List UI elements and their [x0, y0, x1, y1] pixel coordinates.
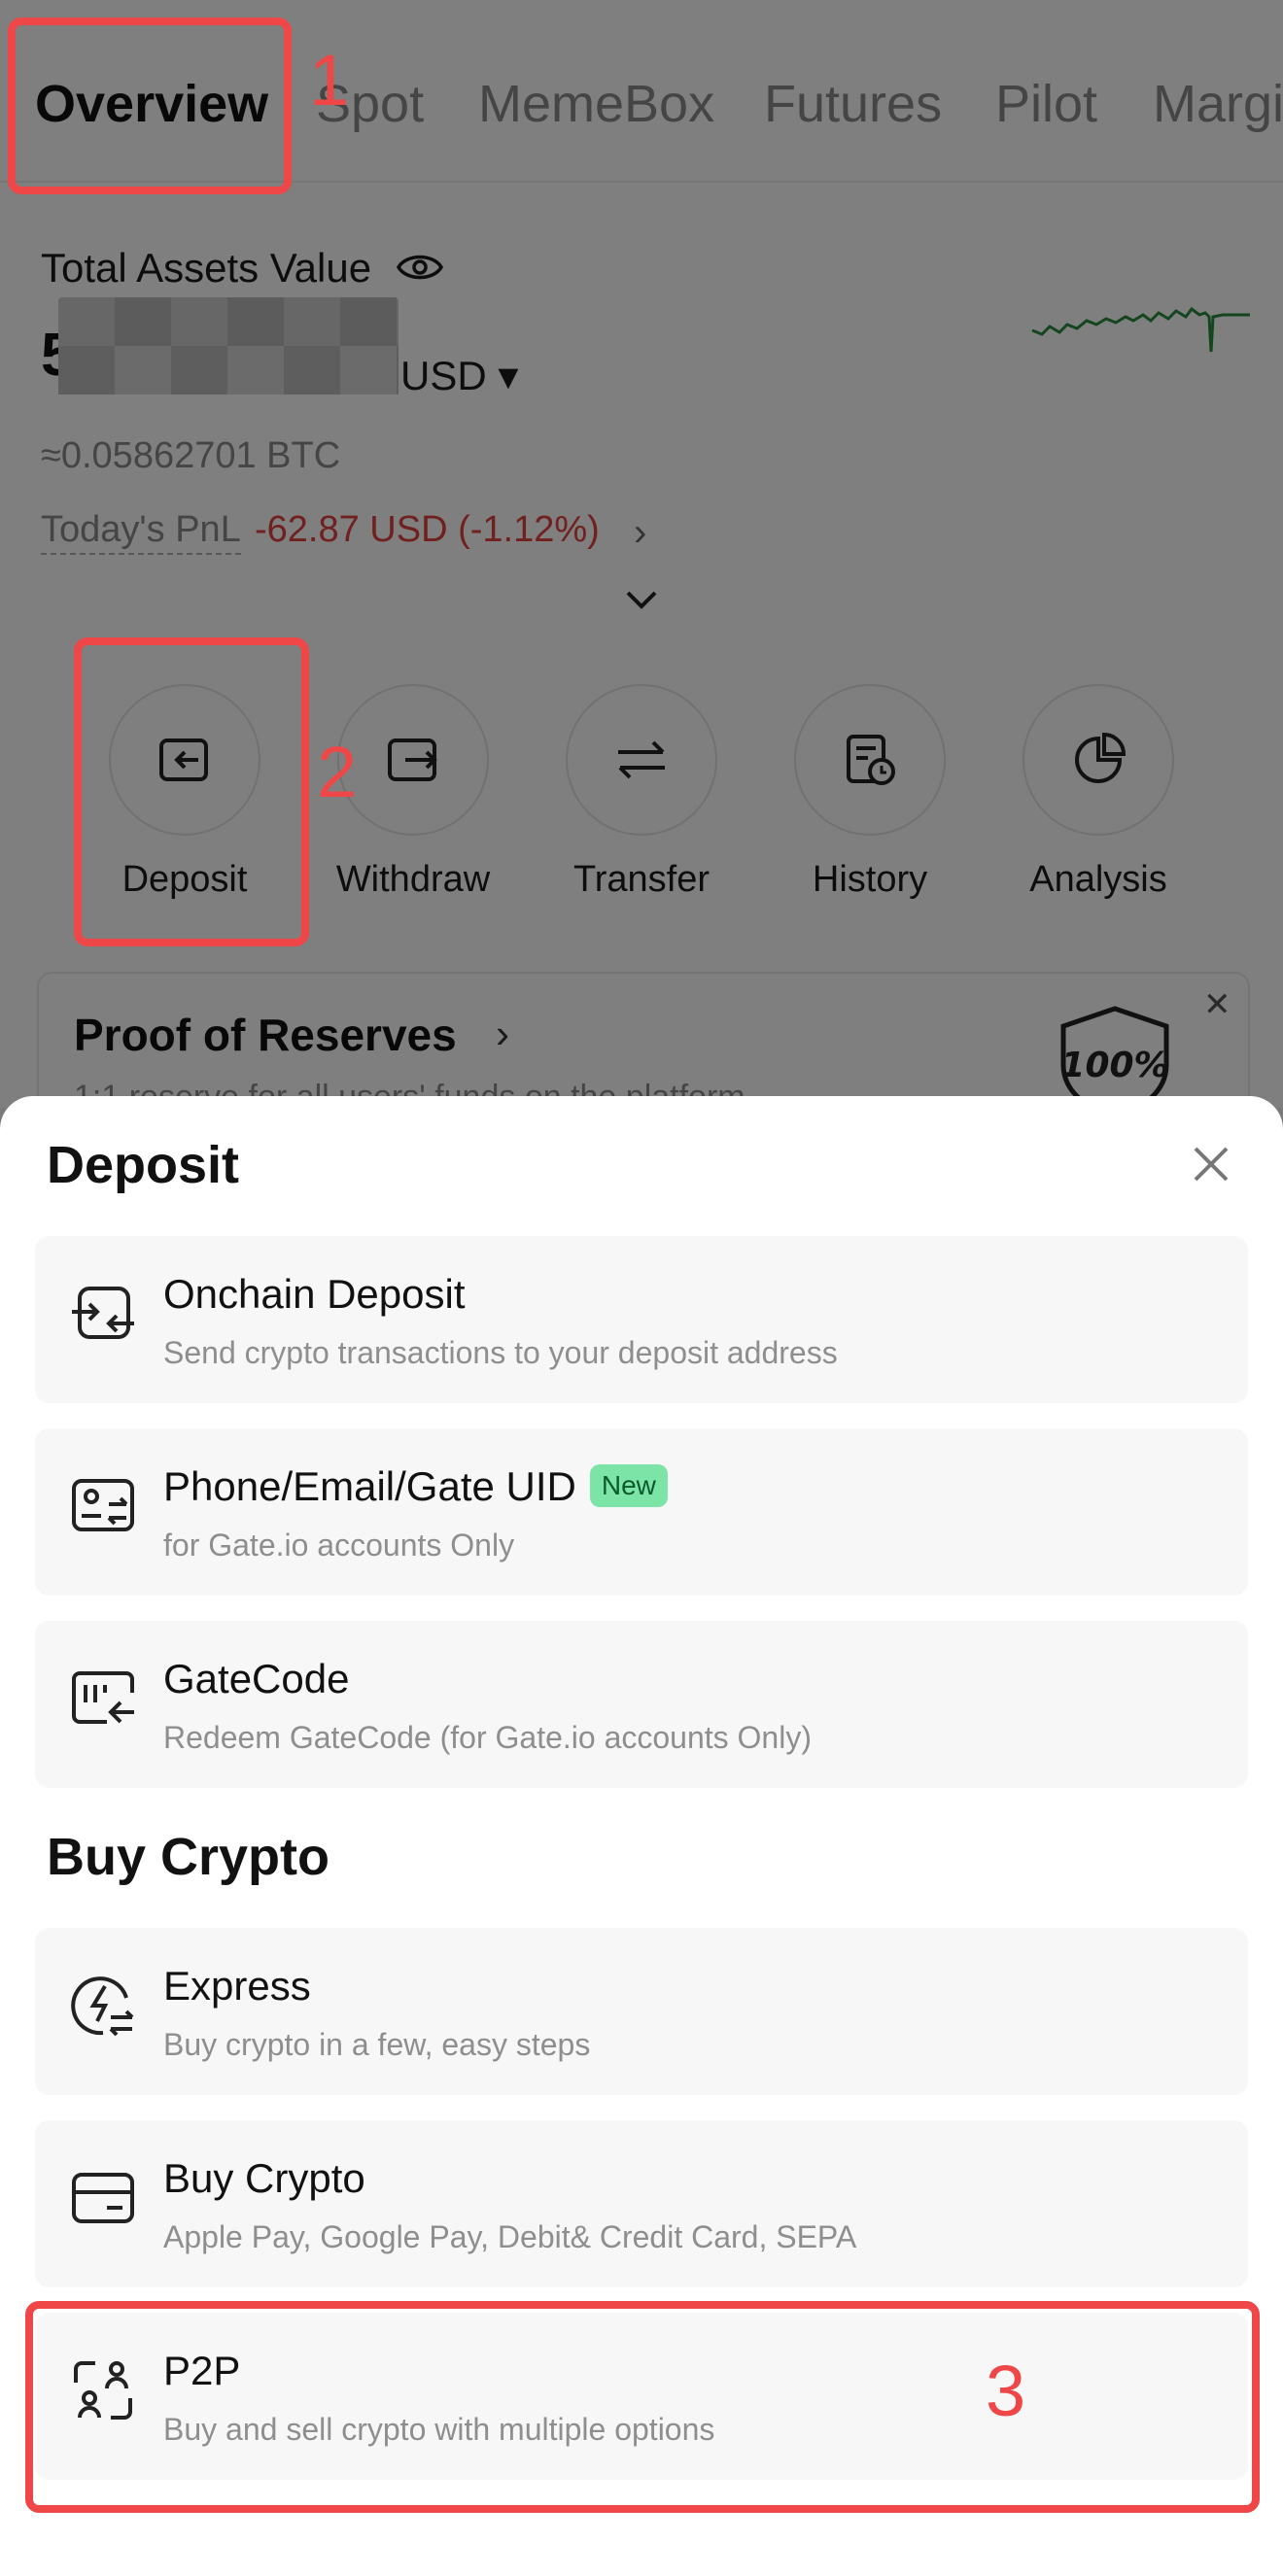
buy-crypto-section-title: Buy Crypto [47, 1828, 330, 1886]
buy-crypto-option[interactable]: Buy Crypto Apple Pay, Google Pay, Debit&… [35, 2120, 1248, 2287]
deposit-bottom-sheet: Deposit Onchain Deposit Send crypto tran… [0, 1096, 1283, 2576]
onchain-deposit-icon [72, 1287, 134, 1339]
annotation-number-3: 3 [986, 2351, 1026, 2431]
uid-transfer-option[interactable]: Phone/Email/Gate UID New for Gate.io acco… [35, 1428, 1248, 1596]
onchain-deposit-option[interactable]: Onchain Deposit Send crypto transactions… [35, 1236, 1248, 1403]
annotation-number-2: 2 [317, 732, 358, 812]
express-icon [71, 1976, 134, 2037]
card-icon [72, 2173, 134, 2223]
uid-transfer-icon [72, 1479, 134, 1531]
new-badge: New [589, 1463, 668, 1507]
gatecode-icon [72, 1671, 134, 1724]
option-subtitle: Buy crypto in a few, easy steps [163, 2027, 591, 2062]
option-subtitle: Send crypto transactions to your deposit… [163, 1335, 838, 1370]
sheet-title: Deposit [47, 1136, 240, 1194]
option-title: Express [163, 1963, 311, 2009]
option-subtitle: Apple Pay, Google Pay, Debit& Credit Car… [163, 2219, 857, 2254]
annotation-box-3 [25, 2301, 1260, 2513]
annotation-box-2 [74, 637, 309, 946]
option-title: GateCode [163, 1656, 350, 1701]
gatecode-option[interactable]: GateCode Redeem GateCode (for Gate.io ac… [35, 1621, 1248, 1788]
option-title: Onchain Deposit [163, 1271, 466, 1317]
annotation-number-1: 1 [309, 40, 350, 120]
close-icon[interactable] [1188, 1141, 1234, 1187]
express-option[interactable]: Express Buy crypto in a few, easy steps [35, 1928, 1248, 2095]
annotation-box-1 [8, 17, 292, 194]
option-subtitle: Redeem GateCode (for Gate.io accounts On… [163, 1720, 812, 1755]
option-title: Phone/Email/Gate UID New [163, 1463, 668, 1511]
option-title-text: Phone/Email/Gate UID [163, 1463, 576, 1509]
option-subtitle: for Gate.io accounts Only [163, 1528, 515, 1563]
option-title: Buy Crypto [163, 2155, 365, 2201]
